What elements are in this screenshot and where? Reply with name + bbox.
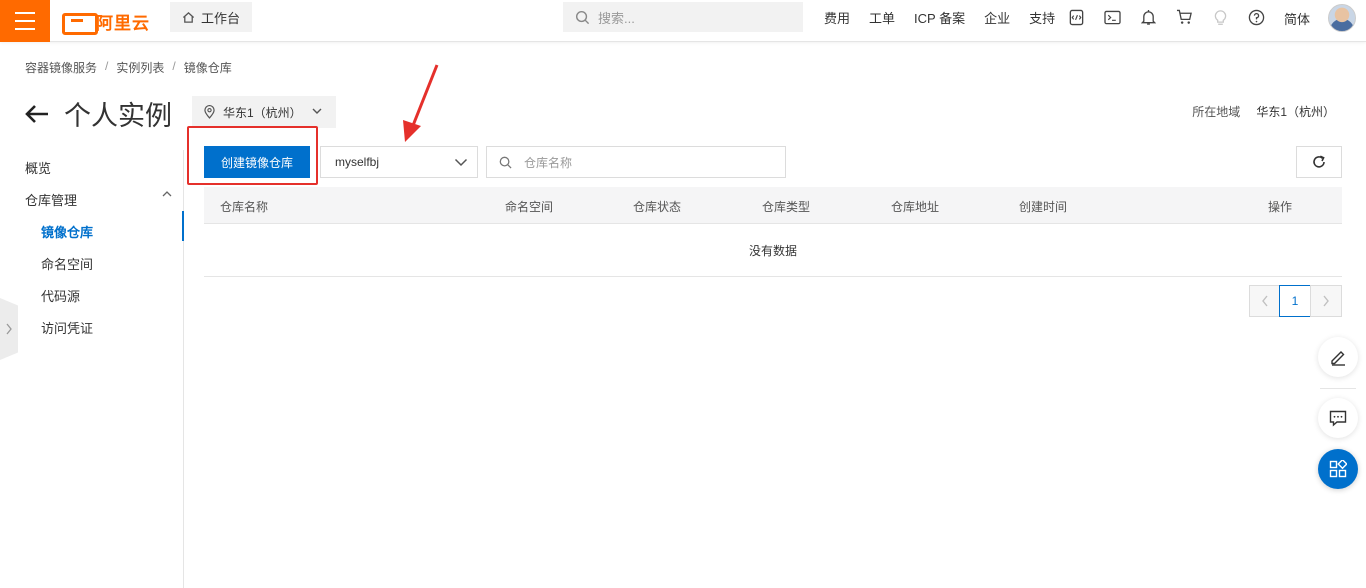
- hamburger-menu-button[interactable]: [0, 0, 50, 42]
- chevron-right-icon: [1323, 295, 1329, 307]
- refresh-button[interactable]: [1296, 146, 1342, 178]
- chevron-right-icon: [6, 323, 12, 335]
- top-nav-icons: [1066, 0, 1282, 34]
- global-search-input[interactable]: 搜索...: [563, 2, 803, 32]
- workbench-label: 工作台: [201, 10, 241, 26]
- language-switcher[interactable]: 简体: [1284, 9, 1310, 28]
- apps-grid-icon: [1329, 460, 1347, 478]
- sidebar-item-access-credential[interactable]: 访问凭证: [41, 318, 93, 337]
- refresh-icon: [1313, 155, 1325, 168]
- column-header-repo-type: 仓库类型: [762, 200, 811, 214]
- chevron-down-icon: [454, 158, 468, 167]
- terminal-icon[interactable]: [1102, 7, 1122, 27]
- column-header-actions: 操作: [1268, 200, 1293, 214]
- annotation-highlight-box: [187, 126, 318, 185]
- repo-search-placeholder: 仓库名称: [524, 155, 573, 170]
- breadcrumb-separator: /: [105, 59, 109, 73]
- sidebar-collapse-toggle[interactable]: [0, 298, 18, 360]
- namespace-select[interactable]: myselfbj: [320, 146, 478, 178]
- repo-name-search-input[interactable]: 仓库名称: [486, 146, 786, 178]
- region-selector-value: 华东1（杭州）: [223, 105, 302, 120]
- back-arrow-icon[interactable]: [24, 103, 50, 125]
- nav-link-support[interactable]: 支持: [1029, 8, 1055, 27]
- ide-icon[interactable]: [1066, 7, 1086, 27]
- sidebar-item-code-source[interactable]: 代码源: [41, 286, 80, 305]
- top-navigation-bar: 阿里云 工作台 搜索... 费用 工单 ICP 备案 企业 支持 简体: [0, 0, 1366, 42]
- pagination-next-button[interactable]: [1310, 285, 1342, 317]
- pagination-prev-button[interactable]: [1249, 285, 1281, 317]
- breadcrumb-item-image-repo: 镜像仓库: [183, 61, 232, 75]
- page-title: 个人实例: [64, 101, 172, 131]
- breadcrumb-item-instance-list[interactable]: 实例列表: [116, 59, 164, 76]
- aliyun-logo[interactable]: 阿里云: [62, 8, 150, 35]
- column-header-repo-address: 仓库地址: [891, 200, 940, 214]
- column-header-repo-name: 仓库名称: [220, 200, 269, 214]
- pagination-page-1[interactable]: 1: [1279, 285, 1311, 317]
- column-header-created-time: 创建时间: [1019, 200, 1068, 214]
- nav-link-icp[interactable]: ICP 备案: [914, 8, 965, 27]
- breadcrumb-item-container-registry[interactable]: 容器镜像服务: [25, 59, 97, 76]
- bell-icon[interactable]: [1138, 7, 1158, 27]
- sidebar-item-image-repo[interactable]: 镜像仓库: [41, 222, 93, 241]
- search-icon: [499, 156, 512, 169]
- location-pin-icon: [204, 105, 215, 119]
- floating-tools-divider: [1320, 388, 1356, 389]
- repo-table-header: 仓库名称 命名空间 仓库状态 仓库类型 仓库地址 创建时间 操作: [204, 187, 1342, 224]
- nav-link-enterprise[interactable]: 企业: [984, 8, 1010, 27]
- cart-icon[interactable]: [1174, 7, 1194, 27]
- pencil-icon: [1331, 351, 1345, 366]
- page-header: 个人实例: [24, 94, 172, 133]
- table-empty-state: 没有数据: [204, 224, 1342, 277]
- chevron-up-icon[interactable]: [162, 190, 172, 198]
- home-icon: [182, 11, 195, 23]
- sidebar-group-repo-management[interactable]: 仓库管理: [25, 190, 77, 209]
- region-value: 华东1（杭州）: [1256, 105, 1335, 119]
- nav-link-billing[interactable]: 费用: [824, 8, 850, 27]
- region-info: 所在地域 华东1（杭州）: [1192, 103, 1335, 120]
- breadcrumb: 容器镜像服务 / 实例列表 / 镜像仓库: [25, 59, 232, 76]
- chevron-down-icon: [312, 108, 322, 114]
- menu-icon-line: [15, 28, 35, 30]
- namespace-select-value: myselfbj: [335, 155, 380, 169]
- menu-icon-line: [15, 12, 35, 14]
- search-placeholder: 搜索...: [598, 10, 635, 26]
- menu-icon-line: [15, 20, 35, 22]
- apps-button[interactable]: [1318, 449, 1358, 489]
- lightbulb-icon[interactable]: [1210, 7, 1230, 27]
- search-icon: [575, 10, 590, 24]
- sidebar-active-indicator: [182, 211, 184, 241]
- column-header-namespace: 命名空间: [505, 200, 554, 214]
- sidebar: 概览 仓库管理 镜像仓库 命名空间 代码源 访问凭证: [0, 150, 184, 588]
- workbench-button[interactable]: 工作台: [170, 2, 253, 32]
- logo-text: 阿里云: [96, 13, 150, 33]
- top-nav-links: 费用 工单 ICP 备案 企业 支持: [824, 0, 1074, 34]
- chat-bubble-icon: [1329, 410, 1347, 427]
- logo-mark-icon: [62, 13, 98, 35]
- nav-link-ticket[interactable]: 工单: [869, 8, 895, 27]
- region-label: 所在地域: [1192, 105, 1241, 119]
- column-header-repo-status: 仓库状态: [633, 200, 682, 214]
- edit-feedback-button[interactable]: [1318, 337, 1358, 377]
- breadcrumb-separator: /: [172, 59, 176, 73]
- region-selector[interactable]: 华东1（杭州）: [192, 96, 336, 128]
- chevron-left-icon: [1262, 295, 1268, 307]
- sidebar-item-namespace[interactable]: 命名空间: [41, 254, 93, 273]
- sidebar-item-overview[interactable]: 概览: [25, 158, 51, 177]
- annotation-arrow: [403, 64, 439, 142]
- chat-button[interactable]: [1318, 398, 1358, 438]
- user-avatar[interactable]: [1328, 4, 1356, 32]
- help-icon[interactable]: [1246, 7, 1266, 27]
